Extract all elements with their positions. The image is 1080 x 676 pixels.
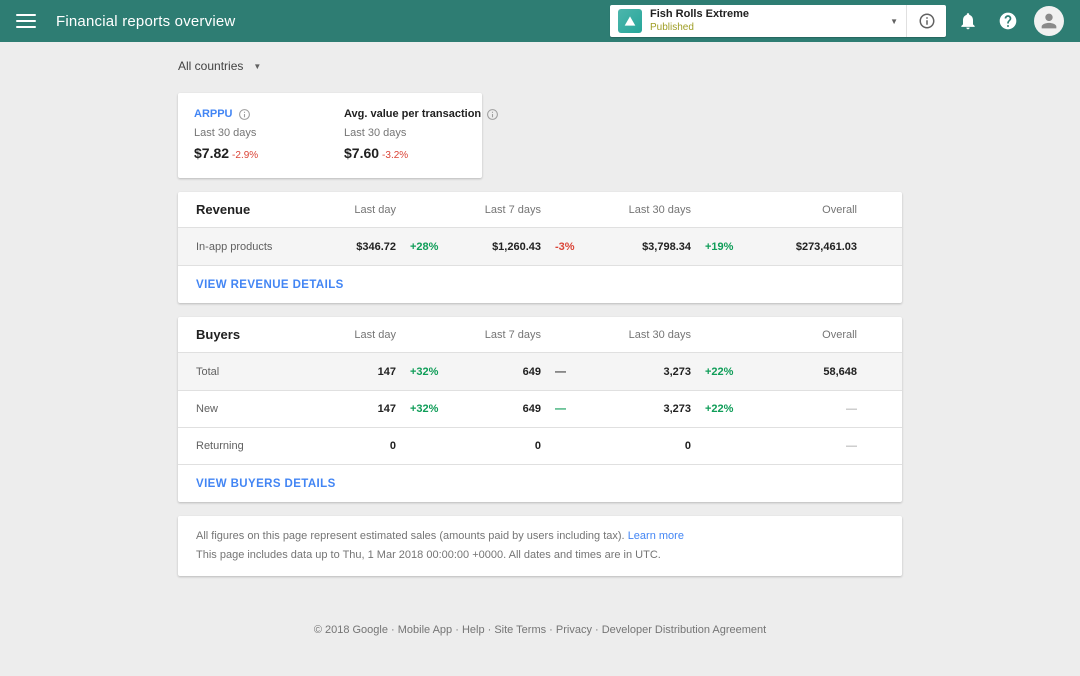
change-badge: +32% bbox=[410, 403, 439, 415]
kpi-card: ARPPU Last 30 days $7.82 -2.9% Avg. value… bbox=[178, 93, 499, 178]
cell-value: 147 bbox=[377, 365, 396, 378]
column-overall: Overall bbox=[822, 203, 857, 216]
buyers-card: Buyers Last day Last 7 days Last 30 days… bbox=[178, 317, 902, 502]
chevron-down-icon: ▼ bbox=[890, 16, 898, 26]
cell-value: 147 bbox=[377, 403, 396, 415]
stat-arppu-period: Last 30 days bbox=[194, 126, 257, 139]
column-last-7-days: Last 7 days bbox=[484, 328, 541, 341]
info-icon[interactable] bbox=[486, 108, 499, 121]
view-buyers-details-link[interactable]: VIEW BUYERS DETAILS bbox=[196, 478, 336, 490]
revenue-title: Revenue bbox=[196, 202, 251, 217]
stat-avg-period: Last 30 days bbox=[344, 126, 407, 139]
table-row-new: New 147 +32% 649 — 3,273 +22% — bbox=[178, 390, 902, 427]
table-row: In-app products $346.72 +28% $1,260.43 -… bbox=[178, 228, 902, 265]
app-status-badge: Published bbox=[650, 21, 694, 33]
change-badge: — bbox=[555, 403, 566, 415]
change-badge: -3% bbox=[555, 240, 575, 253]
country-filter-label: All countries bbox=[178, 59, 244, 73]
cell-value: 649 bbox=[522, 365, 541, 378]
info-icon bbox=[919, 13, 934, 29]
change-badge: +32% bbox=[410, 365, 439, 378]
cell-value: 0 bbox=[389, 440, 396, 452]
disclaimer-line-2: This page includes data up to Thu, 1 Mar… bbox=[196, 548, 661, 561]
change-badge: +19% bbox=[705, 240, 734, 253]
cell-overall: 58,648 bbox=[823, 365, 857, 378]
revenue-card-footer: VIEW REVENUE DETAILS bbox=[178, 265, 902, 303]
stat-avg-value: $7.60 -3.2% bbox=[344, 145, 409, 161]
change-badge: — bbox=[555, 365, 566, 378]
cell-overall: — bbox=[846, 403, 857, 415]
help-icon bbox=[999, 12, 1017, 30]
row-label: New bbox=[196, 403, 219, 415]
column-last-30-days: Last 30 days bbox=[628, 203, 691, 216]
app-selector: Fish Rolls Extreme Published ▼ bbox=[610, 5, 946, 37]
disclaimer-card: All figures on this page represent estim… bbox=[178, 516, 902, 577]
app-icon bbox=[618, 9, 642, 33]
help-button[interactable] bbox=[990, 3, 1026, 39]
cell-overall: $273,461.03 bbox=[795, 240, 857, 253]
stat-arppu-value: $7.82 -2.9% bbox=[194, 145, 259, 161]
learn-more-link[interactable]: Learn more bbox=[628, 530, 684, 542]
row-label: Returning bbox=[196, 440, 244, 452]
table-row-returning: Returning 0 0 0 — bbox=[178, 427, 902, 464]
cell-overall: — bbox=[846, 440, 857, 452]
cell-value: 0 bbox=[534, 440, 541, 452]
cell-value: 0 bbox=[684, 440, 691, 452]
person-icon bbox=[1041, 13, 1057, 29]
column-last-day: Last day bbox=[354, 328, 396, 341]
buyers-card-footer: VIEW BUYERS DETAILS bbox=[178, 464, 902, 502]
row-label: In-app products bbox=[196, 240, 273, 253]
stat-avg-label: Avg. value per transaction bbox=[344, 108, 482, 120]
cell-value: $346.72 bbox=[356, 240, 396, 253]
country-filter-dropdown[interactable]: All countries ▼ bbox=[178, 55, 261, 77]
cell-value: $3,798.34 bbox=[642, 240, 691, 253]
cell-value: $1,260.43 bbox=[492, 240, 541, 253]
page-title: Financial reports overview bbox=[56, 12, 236, 30]
revenue-table-header: Revenue Last day Last 7 days Last 30 day… bbox=[178, 192, 902, 228]
stat-arppu: ARPPU Last 30 days $7.82 -2.9% bbox=[194, 106, 344, 164]
info-icon[interactable] bbox=[238, 108, 251, 121]
topbar-actions: Fish Rolls Extreme Published ▼ bbox=[610, 3, 1064, 39]
table-row-total: Total 147 +32% 649 — 3,273 +22% 58,648 bbox=[178, 353, 902, 390]
stat-arppu-label: ARPPU bbox=[194, 108, 233, 120]
change-badge: +28% bbox=[410, 240, 439, 253]
cell-value: 3,273 bbox=[663, 403, 691, 415]
cell-value: 3,273 bbox=[663, 365, 691, 378]
change-badge: +22% bbox=[705, 365, 734, 378]
revenue-card: Revenue Last day Last 7 days Last 30 day… bbox=[178, 192, 902, 303]
buyers-table-header: Buyers Last day Last 7 days Last 30 days… bbox=[178, 317, 902, 353]
bell-icon bbox=[961, 13, 975, 30]
notifications-button[interactable] bbox=[950, 3, 986, 39]
chevron-down-icon: ▼ bbox=[253, 61, 262, 71]
stat-arppu-change: -2.9% bbox=[232, 150, 259, 161]
page-footer: © 2018 Google · Mobile App · Help · Site… bbox=[313, 624, 767, 637]
stat-avg-change: -3.2% bbox=[382, 150, 409, 161]
cell-value: 649 bbox=[522, 403, 541, 415]
column-overall: Overall bbox=[822, 328, 857, 341]
view-revenue-details-link[interactable]: VIEW REVENUE DETAILS bbox=[196, 279, 344, 291]
column-last-30-days: Last 30 days bbox=[628, 328, 691, 341]
avatar[interactable] bbox=[1034, 6, 1064, 36]
top-app-bar: Financial reports overview Fish Rolls Ex… bbox=[0, 0, 1080, 42]
column-last-7-days: Last 7 days bbox=[484, 203, 541, 216]
buyers-title: Buyers bbox=[196, 327, 241, 342]
change-badge: +22% bbox=[705, 403, 734, 415]
stat-avg-transaction: Avg. value per transaction Last 30 days … bbox=[344, 106, 499, 164]
app-selector-dropdown[interactable]: Fish Rolls Extreme Published ▼ bbox=[610, 5, 906, 37]
menu-icon[interactable] bbox=[16, 14, 36, 28]
app-info: Fish Rolls Extreme Published bbox=[650, 8, 749, 34]
column-last-day: Last day bbox=[354, 203, 396, 216]
app-info-button[interactable] bbox=[906, 5, 946, 37]
disclaimer-line-1: All figures on this page represent estim… bbox=[196, 530, 684, 542]
row-label: Total bbox=[196, 365, 220, 378]
main-content: All countries ▼ ARPPU Last 30 days $7.82… bbox=[178, 42, 902, 636]
app-name: Fish Rolls Extreme bbox=[650, 7, 750, 20]
